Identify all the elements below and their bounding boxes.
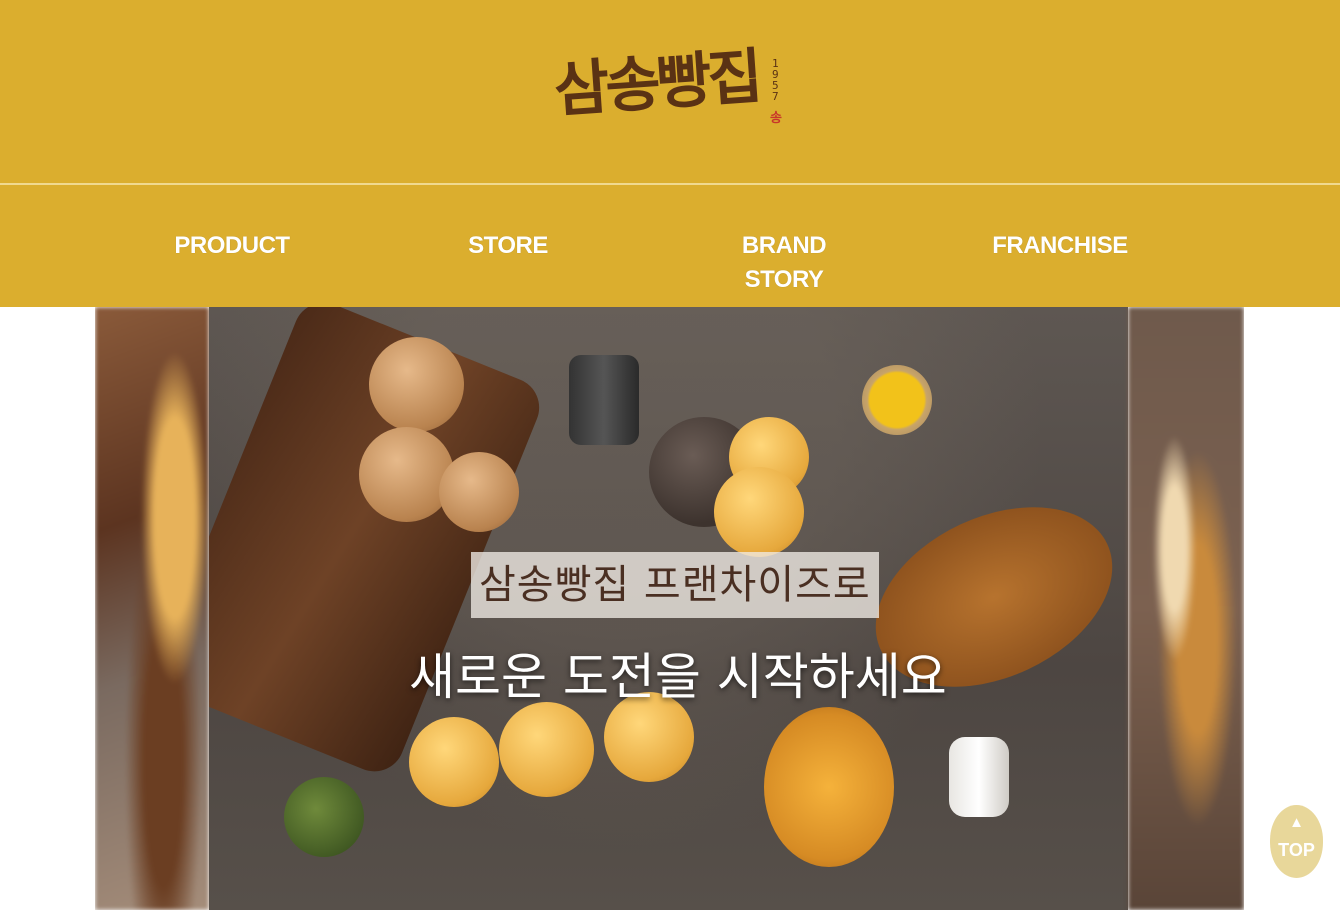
previous-slide-preview[interactable] xyxy=(95,307,209,910)
bread-image xyxy=(499,702,594,797)
coffee-cup-image xyxy=(569,355,639,445)
pie-image xyxy=(764,707,894,867)
bread-image xyxy=(409,717,499,807)
bread-image xyxy=(714,467,804,557)
main-nav: PRODUCT STORE BRAND STORY FRANCHISE xyxy=(0,185,1340,307)
bun-image xyxy=(369,337,464,432)
brand-logo[interactable]: 삼송빵집 1957 송 xyxy=(550,28,790,153)
next-slide-preview[interactable] xyxy=(1128,307,1244,910)
logo-year: 1957 xyxy=(772,57,779,103)
corn-bowl-image xyxy=(862,365,932,435)
arrow-up-icon: ▲ xyxy=(1289,814,1304,831)
banner-subheadline: 새로운 도전을 시작하세요 xyxy=(409,648,947,706)
nav-item-franchise[interactable]: FRANCHISE xyxy=(990,229,1130,263)
bun-image xyxy=(439,452,519,532)
scroll-top-button[interactable]: ▲ TOP xyxy=(1270,805,1323,878)
hero-slide: 삼송빵집 프랜차이즈로 새로운 도전을 시작하세요 xyxy=(209,307,1128,910)
logo-wordmark: 삼송빵집 xyxy=(551,41,762,126)
site-header: 삼송빵집 1957 송 xyxy=(0,0,1340,183)
banner-headline: 삼송빵집 프랜차이즈로 xyxy=(471,552,879,618)
hero-slider[interactable]: 삼송빵집 프랜차이즈로 새로운 도전을 시작하세요 xyxy=(95,307,1244,910)
milk-bottle-image xyxy=(949,737,1009,817)
nav-item-brand-story[interactable]: BRAND STORY xyxy=(700,229,868,293)
pumpkin-image xyxy=(284,777,364,857)
bun-image xyxy=(359,427,454,522)
nav-item-product[interactable]: PRODUCT xyxy=(170,229,294,263)
logo-seal-icon: 송 xyxy=(770,111,782,126)
top-label: TOP xyxy=(1278,840,1315,860)
nav-item-store[interactable]: STORE xyxy=(462,229,554,263)
